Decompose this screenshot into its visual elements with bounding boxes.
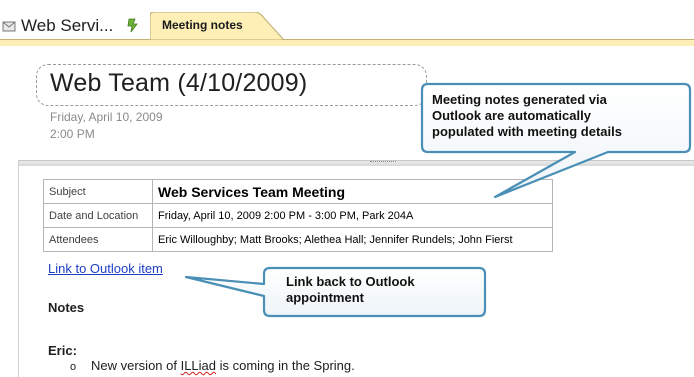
notes-heading: Notes: [48, 300, 85, 315]
table-key-subject: Subject: [43, 179, 153, 204]
tab-web-services[interactable]: Web Servi...: [0, 13, 113, 39]
callout-line: Meeting notes generated via: [432, 92, 607, 107]
page-title[interactable]: Web Team (4/10/2009): [50, 69, 307, 98]
table-row: Attendees Eric Willoughby; Matt Brooks; …: [43, 227, 553, 252]
table-value-subject[interactable]: Web Services Team Meeting: [152, 179, 553, 204]
callout-meeting-notes-text: Meeting notes generated via Outlook are …: [432, 92, 672, 140]
table-row: Subject Web Services Team Meeting: [43, 179, 553, 204]
table-row: Date and Location Friday, April 10, 2009…: [43, 203, 553, 228]
notebook-page-icon: [2, 21, 16, 32]
sync-icon[interactable]: [126, 17, 140, 33]
bullet-icon: o: [70, 361, 77, 373]
note-container-border: [18, 160, 19, 377]
callout-line: populated with meeting details: [432, 124, 622, 139]
note-item[interactable]: New version of ILLiad is coming in the S…: [91, 358, 355, 373]
table-value-attendees[interactable]: Eric Willoughby; Matt Brooks; Alethea Ha…: [152, 227, 553, 252]
callout-line: appointment: [286, 290, 364, 305]
table-value-date-location[interactable]: Friday, April 10, 2009 2:00 PM - 3:00 PM…: [152, 203, 553, 228]
note-text: New version of: [91, 358, 181, 373]
outlook-item-link[interactable]: Link to Outlook item: [48, 261, 163, 276]
callout-line: Link back to Outlook: [286, 274, 415, 289]
tab-web-services-label: Web Servi...: [21, 16, 114, 35]
note-text: is coming in the Spring.: [216, 358, 355, 373]
page-date: Friday, April 10, 2009: [50, 110, 163, 124]
callout-line: Outlook are automatically: [432, 108, 591, 123]
misspelled-word[interactable]: ILLiad: [181, 358, 216, 373]
person-heading: Eric:: [48, 343, 77, 358]
meeting-details-table: Subject Web Services Team Meeting Date a…: [43, 179, 553, 252]
tab-strip-underline: [0, 39, 694, 46]
tab-meeting-notes-label: Meeting notes: [162, 18, 243, 32]
callout-outlook-link-text: Link back to Outlook appointment: [286, 274, 476, 306]
container-grip[interactable]: [370, 161, 396, 164]
table-key-date-location: Date and Location: [43, 203, 153, 228]
note-container-handle[interactable]: [18, 160, 694, 166]
page-time: 2:00 PM: [50, 127, 95, 141]
table-key-attendees: Attendees: [43, 227, 153, 252]
tab-strip: Web Servi... Meeting notes: [0, 0, 694, 46]
